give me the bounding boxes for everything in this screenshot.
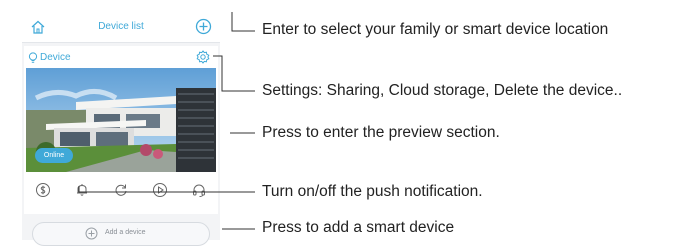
callout-location: Enter to select your family or smart dev…: [262, 21, 609, 38]
callout-line-notification: [78, 186, 255, 193]
callout-add-device: Press to add a smart device: [262, 219, 455, 236]
callout-settings: Settings: Sharing, Cloud storage, Delete…: [262, 82, 623, 99]
callout-preview: Press to enter the preview section.: [262, 124, 500, 141]
callout-line-location: [231, 12, 255, 32]
callout-line-settings: [213, 55, 255, 92]
callout-notification: Turn on/off the push notification.: [262, 183, 483, 200]
